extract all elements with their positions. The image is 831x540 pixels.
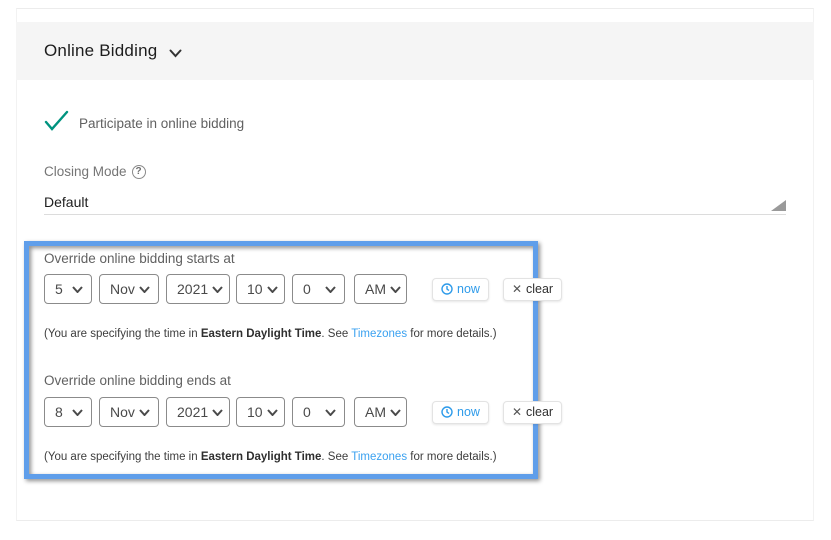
end-clear-button[interactable]: ✕ clear xyxy=(503,401,562,424)
end-timezone-note: (You are specifying the time in Eastern … xyxy=(44,451,497,463)
timezones-link[interactable]: Timezones xyxy=(351,328,407,340)
start-year-select[interactable]: 2021 xyxy=(166,274,230,304)
clock-icon xyxy=(441,406,453,418)
end-month-select[interactable]: Nov xyxy=(99,397,159,427)
chevron-down-icon xyxy=(390,409,401,416)
chevron-down-icon xyxy=(72,286,83,293)
end-year-select[interactable]: 2021 xyxy=(166,397,230,427)
end-day-select[interactable]: 8 xyxy=(44,397,92,427)
clock-icon xyxy=(441,283,453,295)
help-icon[interactable]: ? xyxy=(132,165,146,179)
dropdown-corner-icon xyxy=(771,200,786,211)
start-meridiem-select[interactable]: AM xyxy=(354,274,407,304)
chevron-down-icon xyxy=(390,286,401,293)
override-start-label: Override online bidding starts at xyxy=(44,251,235,266)
start-hour-select[interactable]: 10 xyxy=(236,274,285,304)
close-icon: ✕ xyxy=(512,405,522,419)
chevron-down-icon xyxy=(169,49,182,58)
start-minute-select[interactable]: 0 xyxy=(292,274,345,304)
end-now-button[interactable]: now xyxy=(432,401,489,424)
end-meridiem-select[interactable]: AM xyxy=(354,397,407,427)
override-start-row: 5 Nov 2021 10 0 AM now ✕ clear xyxy=(44,274,562,304)
start-month-select[interactable]: Nov xyxy=(99,274,159,304)
chevron-down-icon xyxy=(325,286,336,293)
chevron-down-icon xyxy=(139,409,150,416)
end-hour-select[interactable]: 10 xyxy=(236,397,285,427)
override-end-row: 8 Nov 2021 10 0 AM now ✕ clear xyxy=(44,397,562,427)
chevron-down-icon xyxy=(72,409,83,416)
closing-mode-label: Closing Mode ? xyxy=(44,164,146,179)
close-icon: ✕ xyxy=(512,282,522,296)
chevron-down-icon xyxy=(267,286,278,293)
start-timezone-note: (You are specifying the time in Eastern … xyxy=(44,328,497,340)
check-icon xyxy=(44,110,69,136)
start-day-select[interactable]: 5 xyxy=(44,274,92,304)
page-title: Online Bidding xyxy=(44,41,157,61)
chevron-down-icon xyxy=(212,409,223,416)
closing-mode-select[interactable]: Default xyxy=(44,194,786,215)
section-header-online-bidding[interactable]: Online Bidding xyxy=(16,22,814,80)
closing-mode-value: Default xyxy=(44,194,88,210)
chevron-down-icon xyxy=(212,286,223,293)
chevron-down-icon xyxy=(139,286,150,293)
timezones-link[interactable]: Timezones xyxy=(351,451,407,463)
override-end-label: Override online bidding ends at xyxy=(44,373,231,388)
participate-checkbox[interactable]: Participate in online bidding xyxy=(44,110,244,136)
participate-label: Participate in online bidding xyxy=(79,116,244,131)
chevron-down-icon xyxy=(267,409,278,416)
start-clear-button[interactable]: ✕ clear xyxy=(503,278,562,301)
start-now-button[interactable]: now xyxy=(432,278,489,301)
chevron-down-icon xyxy=(325,409,336,416)
end-minute-select[interactable]: 0 xyxy=(292,397,345,427)
